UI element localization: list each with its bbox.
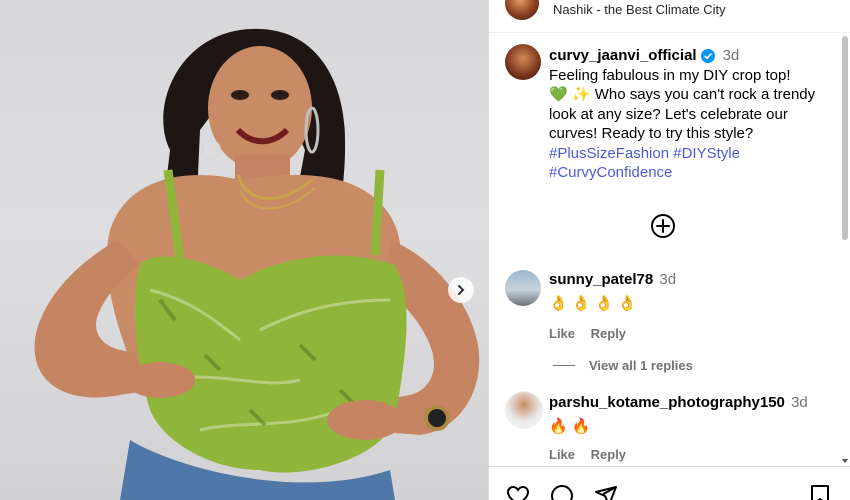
comment-post-button[interactable] <box>549 483 575 500</box>
verified-icon <box>700 48 715 63</box>
scroll-down-icon[interactable] <box>839 456 850 466</box>
post-photo-illustration <box>34 28 480 500</box>
comment-username[interactable]: sunny_patel78 <box>549 271 653 288</box>
post-detail-panel: Nashik - the Best Climate City curvy_jaa… <box>488 0 850 500</box>
hashtag-diystyle[interactable]: #DIYStyle <box>673 145 740 162</box>
post-age[interactable]: 3d <box>723 46 740 66</box>
action-bar <box>489 466 850 500</box>
comment-icon <box>551 485 573 500</box>
comment-text: 🔥 🔥 <box>549 418 591 435</box>
caption: curvy_jaanvi_official 3d Feeling fabulou… <box>549 46 829 183</box>
load-more-comments-button[interactable] <box>649 212 677 240</box>
author-avatar[interactable] <box>505 44 541 80</box>
comment-text: 👌 👌 👌 👌 <box>549 295 637 312</box>
caption-line-3: look at any size? Let's celebrate our <box>549 105 788 123</box>
like-post-button[interactable] <box>505 483 531 500</box>
comment-username[interactable]: parshu_kotame_photography150 <box>549 394 785 411</box>
reply-button[interactable]: Reply <box>591 326 626 341</box>
post-photo <box>0 0 488 500</box>
commenter-avatar[interactable] <box>505 391 543 429</box>
caption-line-4: curves! Ready to try this style? <box>549 125 754 142</box>
hashtag-plussizefashion[interactable]: #PlusSizeFashion <box>549 145 669 162</box>
comment-age[interactable]: 3d <box>791 394 808 411</box>
caption-line-2: 💚 ✨ Who says you can't rock a trendy <box>549 86 816 103</box>
comment: parshu_kotame_photography150 3d 🔥 🔥 Like… <box>549 394 839 462</box>
next-arrow-icon <box>458 285 465 295</box>
add-circle-icon <box>651 214 675 238</box>
author-username[interactable]: curvy_jaanvi_official <box>549 46 697 66</box>
save-post-button[interactable] <box>807 483 833 500</box>
post-header: Nashik - the Best Climate City <box>489 0 850 33</box>
share-icon <box>595 486 617 500</box>
hashtag-curvyconfidence[interactable]: #CurvyConfidence <box>549 164 672 181</box>
like-button[interactable]: Like <box>549 326 575 341</box>
comment-age[interactable]: 3d <box>659 271 676 288</box>
location-text[interactable]: Nashik - the Best Climate City <box>553 2 726 17</box>
reply-button[interactable]: Reply <box>591 447 626 462</box>
heart-icon <box>506 485 530 500</box>
header-avatar[interactable] <box>505 0 539 20</box>
share-post-button[interactable] <box>593 483 619 500</box>
next-arrow-button[interactable] <box>448 277 474 303</box>
caption-line-1: Feeling fabulous in my DIY crop top! <box>549 66 791 84</box>
bookmark-icon <box>811 485 829 500</box>
commenter-avatar[interactable] <box>505 270 541 306</box>
view-replies[interactable]: View all 1 replies <box>553 358 693 373</box>
view-replies-text[interactable]: View all 1 replies <box>589 358 693 373</box>
like-button[interactable]: Like <box>549 447 575 462</box>
comment: sunny_patel78 3d 👌 👌 👌 👌 Like Reply <box>549 271 829 341</box>
replies-divider <box>553 365 575 366</box>
scroll-thumb[interactable] <box>842 36 848 240</box>
